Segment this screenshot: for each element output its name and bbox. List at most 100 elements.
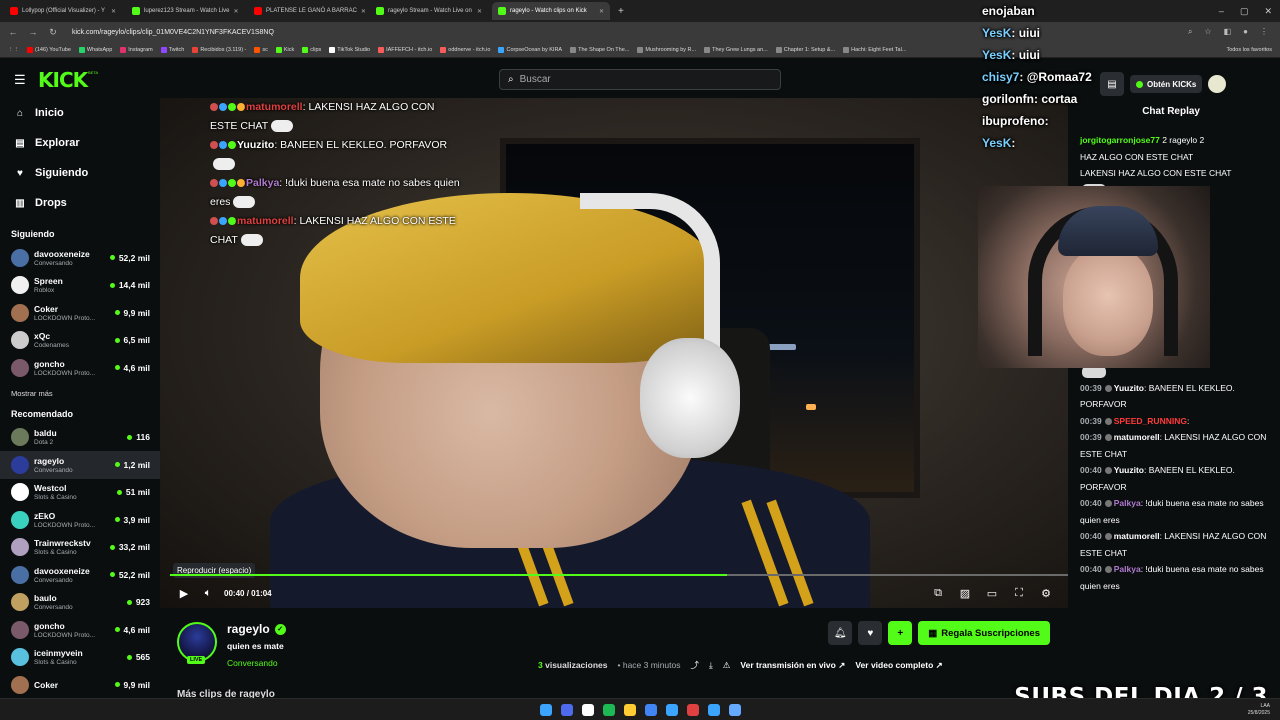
sidebar-channel[interactable]: Trainwreckstv Slots & Casino 33,2 mil — [0, 534, 160, 562]
sidebar-channel[interactable]: baulo Conversando 923 — [0, 589, 160, 617]
taskbar-app-icon[interactable] — [560, 703, 573, 716]
bookmark-item[interactable]: Kick — [275, 46, 294, 53]
bookmark-item[interactable]: TikTok Studio — [329, 46, 370, 53]
new-tab-button[interactable]: + — [618, 6, 624, 17]
tab-close-icon[interactable]: ✕ — [599, 8, 604, 15]
tab-close-icon[interactable]: ✕ — [477, 8, 482, 15]
sidebar-channel[interactable]: davooxeneize Conversando 52,2 mil — [0, 244, 160, 272]
stream-category[interactable]: Conversando — [227, 658, 278, 668]
taskbar-app-icon[interactable] — [665, 703, 678, 716]
bookmark-item[interactable]: They Grew Lungs an... — [704, 46, 768, 53]
tab-close-icon[interactable]: ✕ — [111, 8, 116, 15]
taskbar-app-icon[interactable] — [644, 703, 657, 716]
zoom-icon[interactable]: ⌕ — [1188, 27, 1192, 37]
sidebar-nav-inicio[interactable]: ⌂ Inicio — [0, 98, 160, 128]
captions-off-icon[interactable]: ▨ — [957, 587, 973, 600]
play-icon[interactable]: ▶ — [176, 587, 192, 600]
notification-bell-icon[interactable]: 🔔︎ — [828, 621, 853, 645]
watch-live-link[interactable]: Ver transmisión en vivo ↗ — [740, 660, 845, 671]
settings-icon[interactable]: ⚙ — [1038, 587, 1054, 600]
subscribe-plus-icon[interactable]: + — [888, 621, 913, 645]
chat-username[interactable]: Yuuzito — [1114, 465, 1144, 475]
browser-tab[interactable]: rageylo Stream - Watch Live on ✕ — [370, 2, 488, 20]
bookmark-item[interactable]: Chapter 1: Setup &... — [775, 46, 835, 53]
sidebar-channel[interactable]: baldu Dota 2 116 — [0, 424, 160, 452]
browser-tab[interactable]: Lollypop (Official Visualizer) - Y ✕ — [4, 2, 122, 20]
chat-username[interactable]: Palkya — [1114, 498, 1141, 508]
theater-icon[interactable]: ▭ — [984, 587, 1000, 600]
show-more-link[interactable]: Mostrar más — [0, 389, 160, 398]
bookmark-item[interactable]: oddnerve - itch.io — [440, 46, 490, 53]
get-kicks-button[interactable]: Obtén KICKs — [1130, 75, 1203, 93]
hamburger-menu-icon[interactable]: ☰ — [14, 72, 26, 88]
report-icon[interactable]: ⚠ — [723, 660, 731, 671]
browser-tab[interactable]: rageylo - Watch clips on Kick ✕ — [492, 2, 610, 20]
taskbar-app-icon[interactable] — [581, 703, 594, 716]
sidebar-channel[interactable]: iceinmyvein Slots & Casino 565 — [0, 644, 160, 672]
star-icon[interactable]: ☆ — [1204, 27, 1211, 37]
search-input[interactable] — [519, 74, 760, 85]
sidebar-nav-drops[interactable]: ▥ Drops — [0, 188, 160, 218]
taskbar-app-icon[interactable] — [686, 703, 699, 716]
chat-username[interactable]: matumorell — [1114, 531, 1160, 541]
bookmark-item[interactable]: WhatsApp — [78, 46, 112, 53]
chat-username[interactable]: Yuuzito — [1114, 383, 1144, 393]
layout-icon[interactable]: ▤ — [1100, 72, 1124, 96]
chat-username[interactable]: SPEED_RUNNING — [1114, 416, 1187, 426]
sidebar-nav-siguiendo[interactable]: ♥ Siguiendo — [0, 158, 160, 188]
taskbar-app-icon[interactable] — [539, 703, 552, 716]
browser-tab[interactable]: luperez123 Stream - Watch Live ✕ — [126, 2, 244, 20]
sidebar-channel[interactable]: zEkO LOCKDOWN Proto... 3,9 mil — [0, 506, 160, 534]
share-icon[interactable]: ⤴ — [691, 659, 700, 671]
url-text[interactable]: kick.com/rageylo/clips/clip_01M0VE4C2N1Y… — [72, 29, 274, 36]
menu-icon[interactable]: ⋮ — [1260, 27, 1268, 37]
bookmark-item[interactable]: Twitch — [160, 46, 184, 53]
bookmark-item[interactable]: CorpseOcean by KIRA — [498, 46, 562, 53]
chat-username[interactable]: jorgitogarronjose77 — [1080, 135, 1160, 145]
sidebar-channel[interactable]: Westcol Slots & Casino 51 mil — [0, 479, 160, 507]
bookmark-item[interactable]: IAFFEFCH - itch.io — [378, 46, 432, 53]
streamer-name[interactable]: rageylo ✓ — [227, 622, 286, 636]
bookmark-item[interactable]: Hachi: Eight Feet Tal... — [843, 46, 906, 53]
taskbar-app-icon[interactable] — [728, 703, 741, 716]
maximize-icon[interactable]: ▢ — [1240, 6, 1249, 17]
tab-close-icon[interactable]: ✕ — [361, 8, 366, 15]
bookmark-item[interactable]: Instagram — [120, 46, 153, 53]
sidebar-channel[interactable]: davooxeneize Conversando 52,2 mil — [0, 561, 160, 589]
sidebar-channel[interactable]: xQc Codenames 6,5 mil — [0, 327, 160, 355]
kick-logo[interactable]: KICK — [38, 68, 88, 92]
tab-close-icon[interactable]: ✕ — [233, 8, 238, 15]
bookmark-item[interactable]: Recibidos (3.119) - — [192, 46, 246, 53]
reload-icon[interactable]: ↻ — [46, 27, 60, 38]
bookmark-item[interactable]: clips — [302, 46, 321, 53]
chat-username[interactable]: matumorell — [1114, 432, 1160, 442]
sidebar-channel[interactable]: goncho LOCKDOWN Proto... 4,6 mil — [0, 616, 160, 644]
close-window-icon[interactable]: ✕ — [1264, 6, 1272, 17]
watch-full-video-link[interactable]: Ver video completo ↗ — [855, 660, 942, 671]
forward-icon[interactable]: → — [26, 27, 40, 37]
minimize-icon[interactable]: – — [1219, 6, 1224, 17]
user-avatar[interactable] — [1208, 75, 1227, 93]
bookmark-item[interactable]: (146) YouTube — [27, 46, 71, 53]
sidebar-channel[interactable]: Spreen Roblox 14,4 mil — [0, 272, 160, 300]
bookmark-item[interactable]: Mushrooming by R... — [637, 46, 696, 53]
taskbar-app-icon[interactable] — [623, 703, 636, 716]
apps-icon[interactable]: ⋮⋮ — [8, 47, 19, 53]
download-icon[interactable]: ⤓ — [709, 660, 713, 671]
volume-icon[interactable]: 🔈︎ — [200, 587, 216, 600]
back-icon[interactable]: ← — [6, 27, 20, 37]
browser-tab[interactable]: PLATENSE LE GANÓ A BARRAC ✕ — [248, 2, 366, 20]
bookmark-item[interactable]: The Shape On The... — [570, 46, 629, 53]
video-player[interactable]: matumorell: LAKENSI HAZ ALGO CON ESTE CH… — [160, 98, 1068, 608]
chat-username[interactable]: Palkya — [1114, 564, 1141, 574]
fullscreen-icon[interactable]: ⛶ — [1011, 587, 1027, 600]
profile-icon[interactable]: ● — [1243, 27, 1248, 37]
bookmark-item[interactable]: sc — [254, 46, 268, 53]
sidebar-channel[interactable]: rageylo Conversando 1,2 mil — [0, 451, 160, 479]
sidebar-channel[interactable]: Coker 9,9 mil — [0, 671, 160, 698]
gift-subs-button[interactable]: ▦ Regala Suscripciones — [918, 621, 1050, 645]
sidebar-channel[interactable]: Coker LOCKDOWN Proto... 9,9 mil — [0, 299, 160, 327]
taskbar-app-icon[interactable] — [707, 703, 720, 716]
sidebar-nav-explorar[interactable]: ▤ Explorar — [0, 128, 160, 158]
all-bookmarks[interactable]: Todos los favoritos — [1226, 47, 1272, 53]
